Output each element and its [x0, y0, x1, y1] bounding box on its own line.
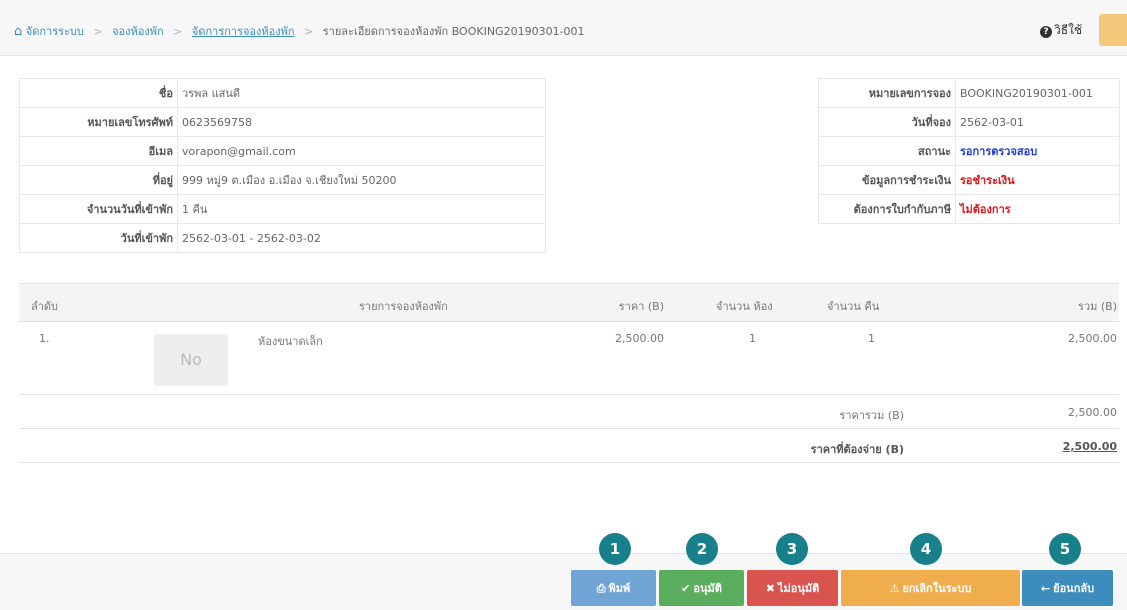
info-row: อีเมล vorapon@gmail.com — [19, 136, 546, 166]
info-label: หมายเลขโทรศัพท์ — [19, 107, 178, 137]
breadcrumb-current: รายละเอียดการจองห้องพัก BOOKING20190301-… — [322, 25, 585, 38]
info-value: 999 หมู่9 ต.เมือง อ.เมือง จ.เชียงใหม่ 50… — [177, 165, 546, 195]
booking-number: BOOKING20190301-001 — [955, 78, 1120, 108]
column-header-total: รวม (B) — [1078, 300, 1117, 313]
info-row: ชื่อ วรพล แสนดี — [19, 78, 546, 108]
times-icon: ✖ — [765, 582, 775, 595]
info-label: วันที่จอง — [818, 107, 956, 137]
home-icon[interactable]: ⌂ — [14, 24, 22, 39]
row-number: 1. — [39, 332, 50, 345]
column-header-rooms: จำนวน ห้อง — [716, 300, 773, 313]
info-row: หมายเลขการจอง BOOKING20190301-001 — [818, 78, 1120, 108]
grand-total-label: ราคาที่ต้องจ่าย (B) — [810, 443, 904, 456]
status-badge: รอการตรวจสอบ — [955, 136, 1120, 166]
info-label: ที่อยู่ — [19, 165, 178, 195]
info-row: วันที่จอง 2562-03-01 — [818, 107, 1120, 137]
corner-button[interactable] — [1099, 14, 1127, 46]
reject-button-label: ไม่อนุมัติ — [777, 582, 820, 595]
table-row: 1. No ห้องขนาดเล็ก 2,500.00 1 1 2,500.00 — [19, 322, 1119, 395]
info-label: ข้อมูลการชำระเงิน — [818, 165, 956, 195]
info-value: 2562-03-01 - 2562-03-02 — [177, 223, 546, 253]
column-header-item: รายการจองห้องพัก — [359, 300, 448, 313]
table-header: ลำดับ รายการจองห้องพัก ราคา (B) จำนวน ห้… — [19, 283, 1119, 322]
row-total: 2,500.00 — [1068, 332, 1117, 345]
info-row: จำนวนวันที่เข้าพัก 1 คืน — [19, 194, 546, 224]
info-value: 0623569758 — [177, 107, 546, 137]
info-label: ต้องการใบกำกับภาษี — [818, 194, 956, 224]
column-header-no: ลำดับ — [31, 300, 59, 313]
breadcrumb-item-manage-booking[interactable]: จัดการการจองห้องพัก — [192, 25, 295, 38]
info-row: วันที่เข้าพัก 2562-03-01 - 2562-03-02 — [19, 223, 546, 253]
help-label: วิธีใช้ — [1054, 23, 1083, 37]
info-row: ที่อยู่ 999 หมู่9 ต.เมือง อ.เมือง จ.เชียง… — [19, 165, 546, 195]
payment-status: รอชำระเงิน — [955, 165, 1120, 195]
check-icon: ✔ — [681, 582, 691, 595]
booking-date: 2562-03-01 — [955, 107, 1120, 137]
help-link[interactable]: ? วิธีใช้ — [1040, 21, 1082, 40]
back-button-label: ย้อนกลับ — [1053, 582, 1095, 595]
cancel-button-label: ยกเลิกในระบบ — [902, 582, 972, 595]
info-row: ข้อมูลการชำระเงิน รอชำระเงิน — [818, 165, 1120, 195]
warning-icon: ⚠ — [889, 582, 900, 595]
step-number: 2 — [686, 533, 718, 565]
back-button[interactable]: ← ย้อนกลับ — [1022, 570, 1113, 606]
info-label: ชื่อ — [19, 78, 178, 108]
reject-button[interactable]: ✖ ไม่อนุมัติ — [747, 570, 838, 606]
step-number: 5 — [1049, 533, 1081, 565]
breadcrumb-item-admin[interactable]: จัดการระบบ — [26, 25, 84, 38]
cancel-in-system-button[interactable]: ⚠ ยกเลิกในระบบ — [841, 570, 1020, 606]
breadcrumb-separator: > — [93, 25, 103, 38]
approve-button-label: อนุมัติ — [693, 582, 722, 595]
grand-total-row: ราคาที่ต้องจ่าย (B) 2,500.00 — [19, 429, 1119, 463]
customer-info-table: ชื่อ วรพล แสนดี หมายเลขโทรศัพท์ 0623569758… — [19, 78, 546, 253]
step-number: 3 — [776, 533, 808, 565]
subtotal-value: 2,500.00 — [1068, 406, 1117, 419]
room-image-placeholder: No — [154, 334, 228, 386]
grand-total-value: 2,500.00 — [1062, 440, 1117, 453]
step-number: 4 — [910, 533, 942, 565]
subtotal-row: ราคารวม (B) 2,500.00 — [19, 395, 1119, 429]
breadcrumb-separator: > — [304, 25, 314, 38]
booking-items-table: ลำดับ รายการจองห้องพัก ราคา (B) จำนวน ห้… — [19, 283, 1119, 463]
print-button-label: พิมพ์ — [608, 582, 631, 595]
info-row: สถานะ รอการตรวจสอบ — [818, 136, 1120, 166]
question-icon: ? — [1040, 26, 1052, 38]
breadcrumb-item-booking[interactable]: จองห้องพัก — [112, 25, 164, 38]
room-name: ห้องขนาดเล็ก — [258, 335, 323, 348]
room-count: 1 — [749, 332, 756, 345]
breadcrumb: ⌂ จัดการระบบ > จองห้องพัก > จัดการการจอง… — [14, 22, 585, 40]
info-value: วรพล แสนดี — [177, 78, 546, 108]
room-price: 2,500.00 — [615, 332, 664, 345]
approve-button[interactable]: ✔ อนุมัติ — [659, 570, 744, 606]
subtotal-label: ราคารวม (B) — [839, 409, 904, 422]
info-row: หมายเลขโทรศัพท์ 0623569758 — [19, 107, 546, 137]
info-label: จำนวนวันที่เข้าพัก — [19, 194, 178, 224]
print-button[interactable]: ⎙ พิมพ์ — [571, 570, 656, 606]
arrow-left-icon: ← — [1040, 582, 1051, 595]
column-header-nights: จำนวน คืน — [827, 300, 880, 313]
booking-info-table: หมายเลขการจอง BOOKING20190301-001 วันที่จ… — [818, 78, 1120, 224]
step-number: 1 — [599, 533, 631, 565]
info-label: สถานะ — [818, 136, 956, 166]
info-row: ต้องการใบกำกับภาษี ไม่ต้องการ — [818, 194, 1120, 224]
info-value: vorapon@gmail.com — [177, 136, 546, 166]
top-bar: ⌂ จัดการระบบ > จองห้องพัก > จัดการการจอง… — [0, 0, 1127, 56]
info-label: หมายเลขการจอง — [818, 78, 956, 108]
tax-invoice-status: ไม่ต้องการ — [955, 194, 1120, 224]
printer-icon: ⎙ — [596, 582, 606, 595]
night-count: 1 — [868, 332, 875, 345]
info-label: วันที่เข้าพัก — [19, 223, 178, 253]
info-value: 1 คืน — [177, 194, 546, 224]
info-label: อีเมล — [19, 136, 178, 166]
column-header-price: ราคา (B) — [618, 300, 664, 313]
breadcrumb-separator: > — [173, 25, 183, 38]
